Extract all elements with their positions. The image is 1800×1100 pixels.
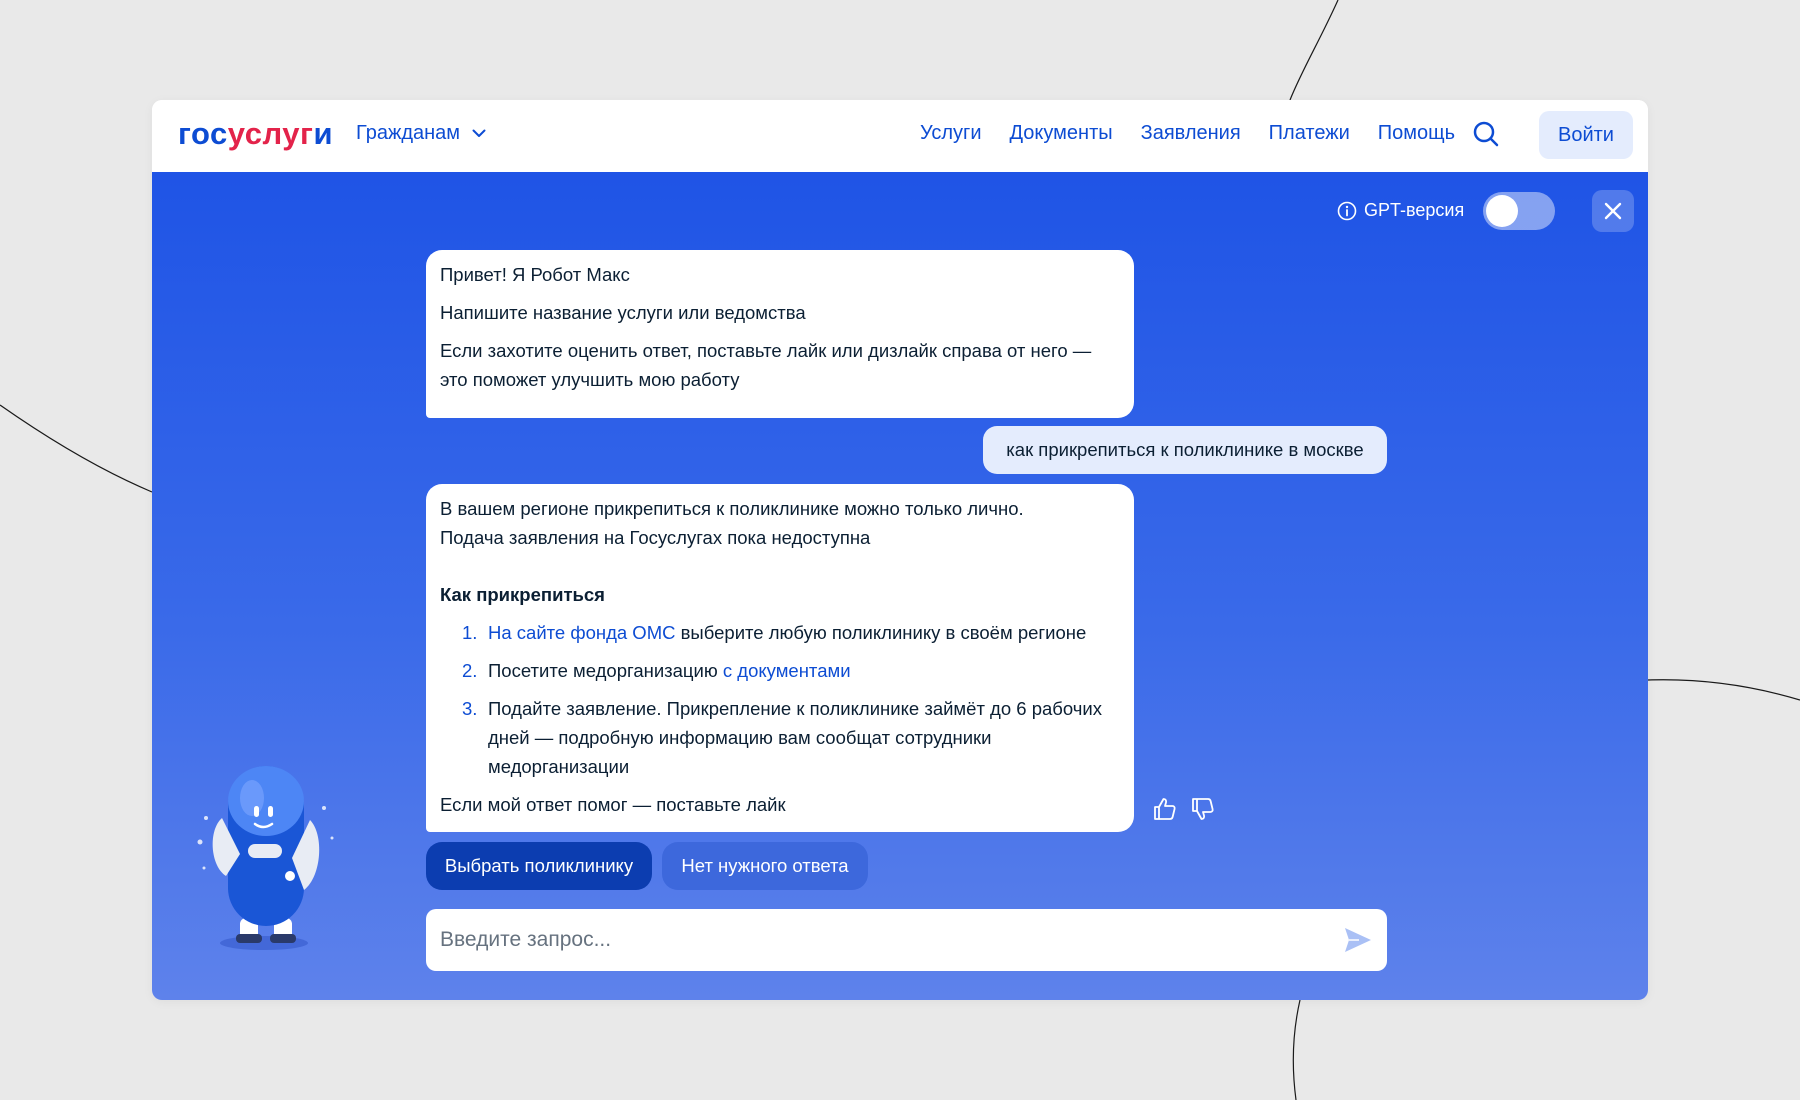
info-icon[interactable] <box>1337 201 1357 221</box>
answer-step: 2. Посетите медорганизацию с документами <box>440 656 1120 685</box>
step-text-part: Посетите медорганизацию <box>488 660 723 681</box>
audience-dropdown-label: Гражданам <box>356 122 461 144</box>
gpt-version-toggle[interactable] <box>1483 192 1555 230</box>
nav-applications[interactable]: Заявления <box>1141 122 1241 145</box>
chevron-down-icon <box>472 129 486 137</box>
search-button[interactable] <box>1472 120 1500 153</box>
step-text: Посетите медорганизацию с документами <box>488 656 851 685</box>
logo-part-i: и <box>313 116 333 151</box>
nav-documents[interactable]: Документы <box>1010 122 1113 145</box>
bot-greeting-message: Привет! Я Робот Макс Напишите название у… <box>426 250 1134 418</box>
greeting-line: Если захотите оценить ответ, поставьте л… <box>440 340 1092 390</box>
greeting-line: Привет! Я Робот Макс <box>440 264 630 285</box>
user-message: как прикрепиться к поликлинике в москве <box>983 426 1387 474</box>
answer-heading: Как прикрепиться <box>440 584 605 605</box>
logo-part-gos: гос <box>178 116 228 151</box>
toggle-knob <box>1486 195 1518 227</box>
audience-dropdown[interactable]: Гражданам <box>356 122 486 145</box>
answer-intro-line: В вашем регионе прикрепиться к поликлини… <box>440 498 1024 519</box>
step-number: 1. <box>462 622 478 643</box>
nav-help[interactable]: Помощь <box>1378 122 1455 145</box>
logo-part-uslug: услуг <box>227 116 314 151</box>
greeting-line: Напишите название услуги или ведомства <box>440 302 806 323</box>
chat-panel: GPT-версия Привет! Я Робот Макс Напишите… <box>152 172 1648 1000</box>
choose-clinic-chip[interactable]: Выбрать поликлинику <box>426 842 652 890</box>
answer-footer: Если мой ответ помог — поставьте лайк <box>440 794 786 815</box>
nav-services[interactable]: Услуги <box>920 122 982 145</box>
step-text-part: выберите любую поликлинику в своём регио… <box>675 622 1087 643</box>
main-nav: Услуги Документы Заявления Платежи Помощ… <box>920 122 1483 145</box>
thumbs-down-icon <box>1192 798 1214 820</box>
send-icon <box>1345 928 1371 952</box>
oms-fund-link[interactable]: На сайте фонда ОМС <box>488 622 675 643</box>
site-header: госуслуги Гражданам Услуги Документы Зая… <box>152 100 1648 172</box>
gpt-version-text: GPT-версия <box>1364 200 1465 220</box>
step-number: 3. <box>462 698 478 719</box>
close-chat-button[interactable] <box>1592 190 1634 232</box>
thumbs-up-icon <box>1154 798 1176 820</box>
like-button[interactable] <box>1152 796 1178 827</box>
step-number: 2. <box>462 660 478 681</box>
gosuslugi-logo[interactable]: госуслуги <box>178 116 333 152</box>
chat-input[interactable] <box>440 928 1320 952</box>
close-icon <box>1604 202 1622 220</box>
answer-step: 1. На сайте фонда ОМС выберите любую пол… <box>440 618 1120 647</box>
answer-intro-line: Подача заявления на Госуслугах пока недо… <box>440 527 871 548</box>
documents-link[interactable]: с документами <box>723 660 851 681</box>
gpt-version-label: GPT-версия <box>1337 200 1464 221</box>
step-text: На сайте фонда ОМС выберите любую поликл… <box>488 618 1086 647</box>
bot-answer-message: В вашем регионе прикрепиться к поликлини… <box>426 484 1134 832</box>
chat-input-box <box>426 909 1387 971</box>
nav-payments[interactable]: Платежи <box>1269 122 1350 145</box>
answer-step: 3. Подайте заявление. Прикрепление к пол… <box>440 694 1120 781</box>
answer-steps-list: 1. На сайте фонда ОМС выберите любую пол… <box>440 618 1120 781</box>
search-icon <box>1473 121 1499 147</box>
robot-max-mascot <box>197 766 334 950</box>
dislike-button[interactable] <box>1190 796 1216 827</box>
no-answer-chip[interactable]: Нет нужного ответа <box>662 842 868 890</box>
login-button[interactable]: Войти <box>1539 111 1633 159</box>
send-button[interactable] <box>1343 925 1373 960</box>
gosuslugi-window: госуслуги Гражданам Услуги Документы Зая… <box>152 100 1648 1000</box>
step-text: Подайте заявление. Прикрепление к поликл… <box>488 698 1102 777</box>
